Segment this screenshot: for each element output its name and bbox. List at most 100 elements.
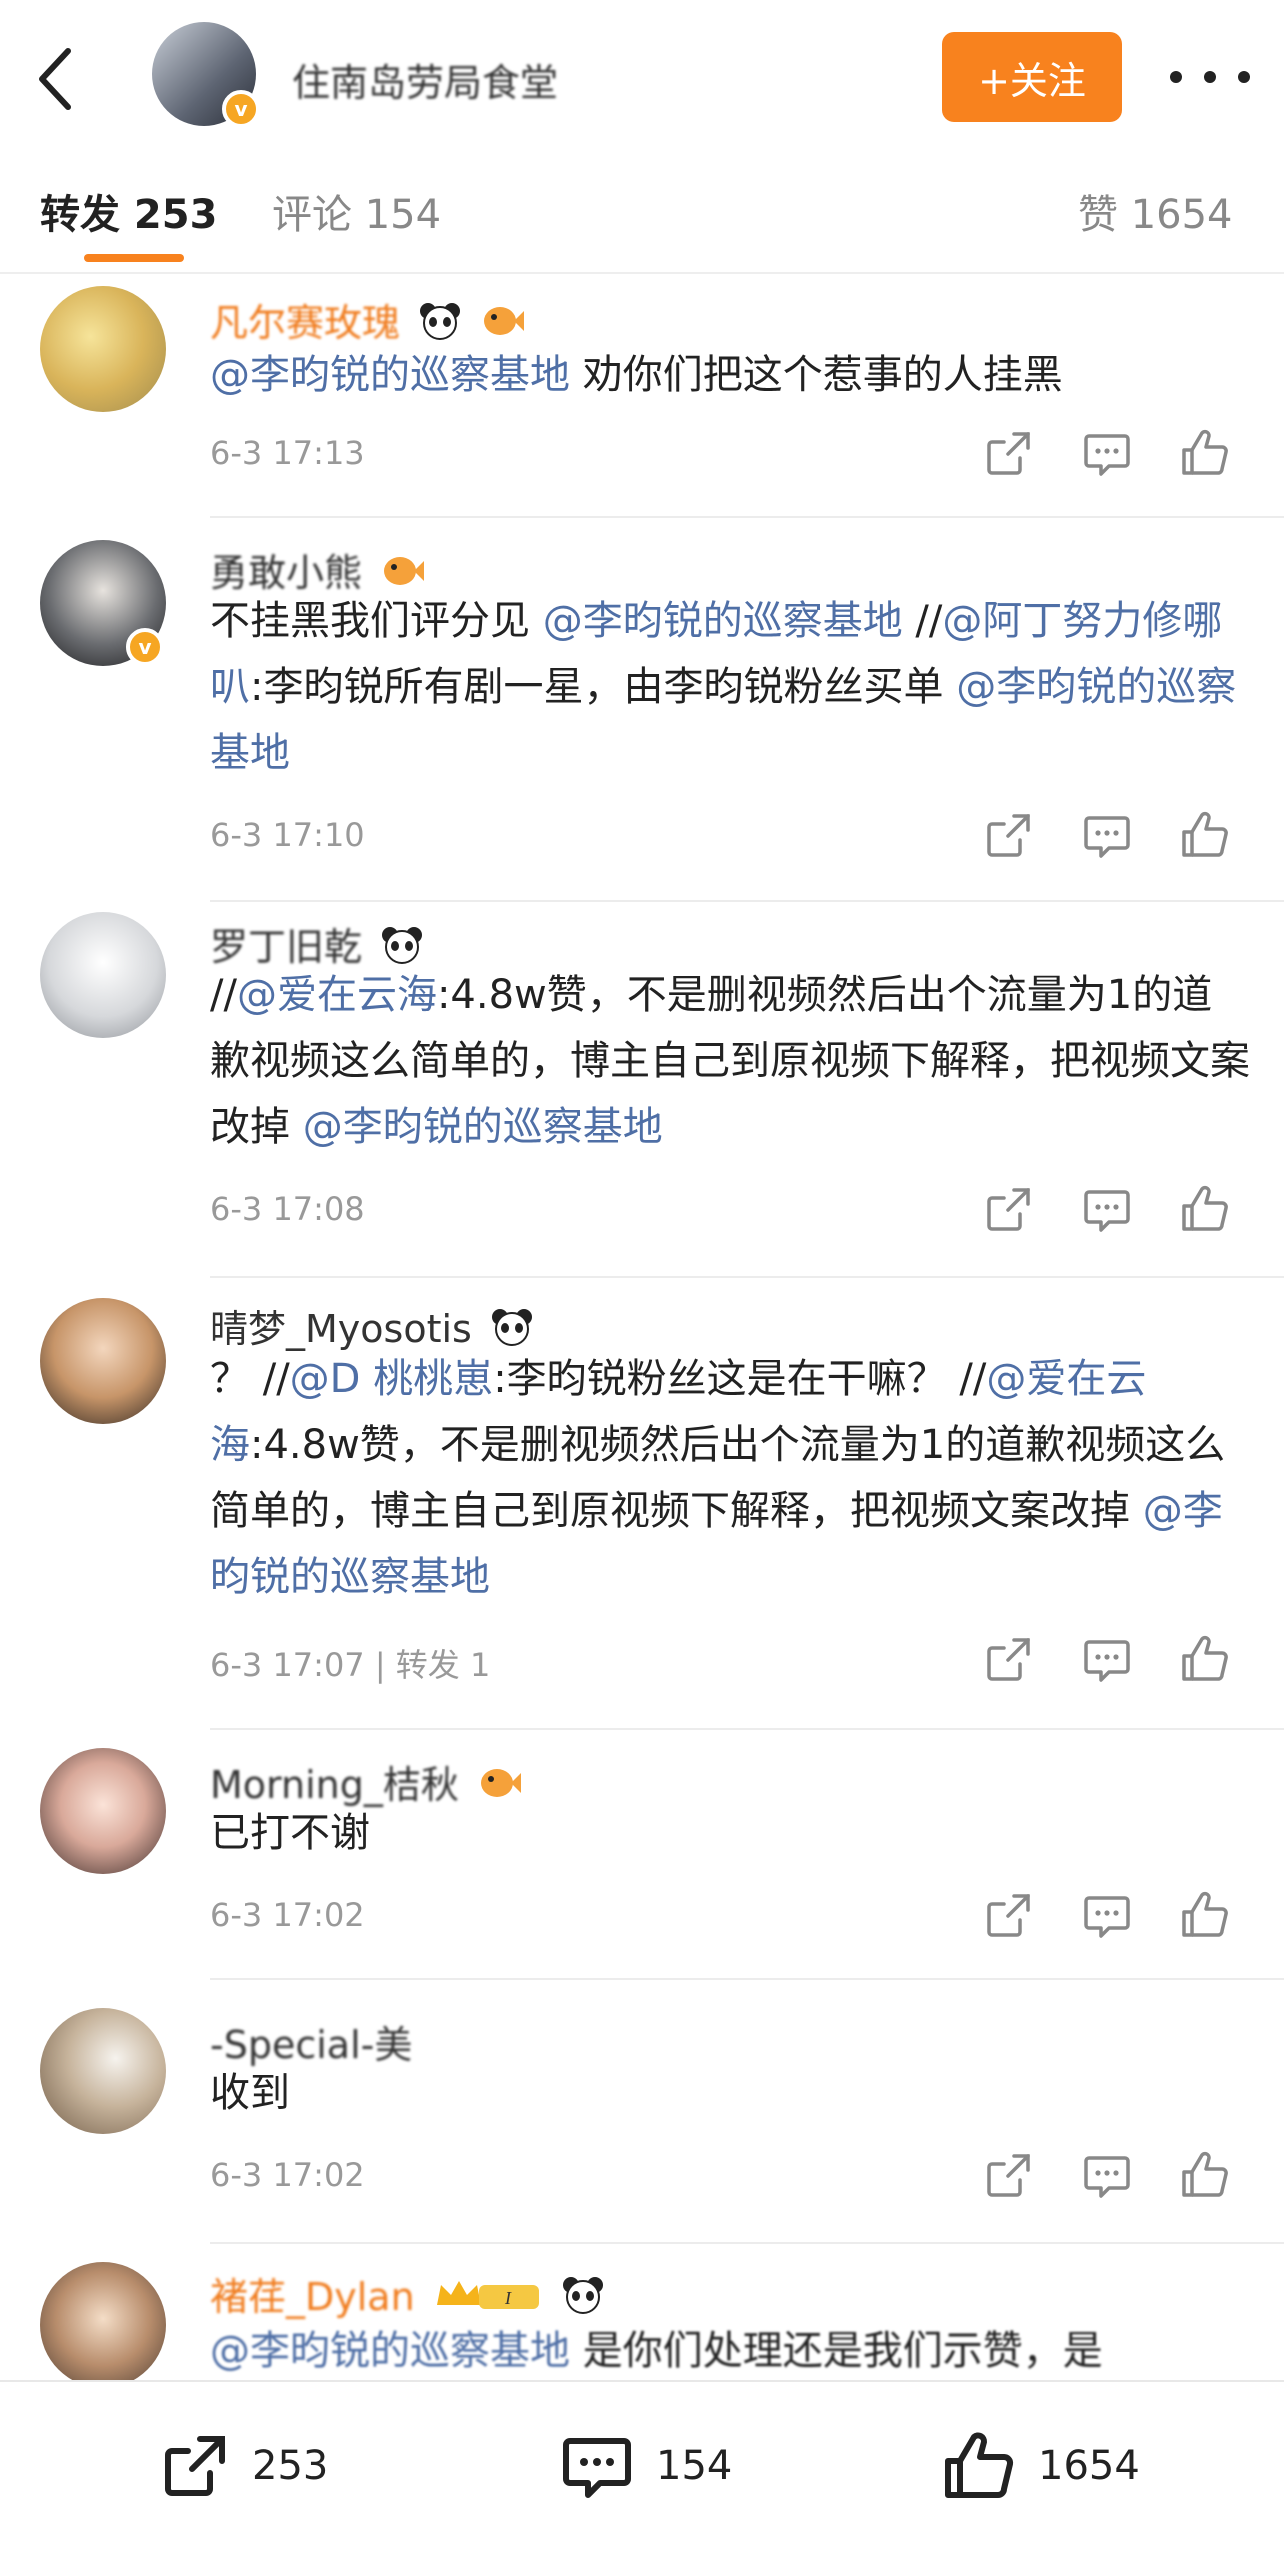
- comment-action-button[interactable]: [1082, 428, 1132, 478]
- timestamp: 6-3 17:07 | 转发 1: [210, 1646, 491, 1684]
- share-icon: [987, 814, 1030, 857]
- timestamp: 6-3 17:02: [210, 2156, 365, 2194]
- share-icon: [987, 1638, 1030, 1681]
- svg-text:I: I: [504, 2288, 512, 2308]
- action-row: [984, 1890, 1244, 1940]
- timestamp: 6-3 17:10: [210, 816, 365, 854]
- repost-action-button[interactable]: [984, 2150, 1034, 2200]
- comment-icon: [1084, 1640, 1130, 1682]
- repost-action-button[interactable]: [984, 1890, 1034, 1940]
- follow-button[interactable]: +关注: [942, 32, 1122, 122]
- repost-text-segment: 不挂黑我们评分见: [210, 598, 543, 644]
- tab-reposts[interactable]: 转发 253: [40, 182, 217, 240]
- repost-text-segment: :4.8w赞，不是删视频然后出个流量为1的道歉视频这么简单的，博主自己到原视频下…: [210, 1422, 1226, 1534]
- repost-text: //@爱在云海:4.8w赞，不是删视频然后出个流量为1的道歉视频这么简单的，博主…: [210, 962, 1250, 1160]
- repost-text: 收到: [210, 2060, 1250, 2126]
- comment-icon: [1084, 1896, 1130, 1938]
- repost-action-button[interactable]: [984, 1634, 1034, 1684]
- thumbs-up-icon: [1182, 1185, 1228, 1231]
- like-action-button[interactable]: [1180, 1184, 1230, 1234]
- bottom-action-bar: 253 154 1654: [0, 2380, 1284, 2556]
- comment-icon: [563, 2438, 631, 2498]
- mention-link[interactable]: @李昀锐的巡察基地: [303, 1104, 663, 1150]
- action-row: [984, 810, 1244, 860]
- user-avatar[interactable]: [40, 286, 166, 412]
- thumbs-up-icon: [1182, 811, 1228, 857]
- like-action-button[interactable]: [1180, 428, 1230, 478]
- repost-action-button[interactable]: [984, 428, 1034, 478]
- mention-link[interactable]: @李昀锐的巡察基地: [210, 2328, 570, 2374]
- like-action-button[interactable]: [1180, 2150, 1230, 2200]
- account-name[interactable]: 住南岛劳局食堂: [292, 52, 712, 102]
- action-row: [984, 2150, 1244, 2200]
- comment-count: 154: [656, 2443, 733, 2489]
- repost-text-segment: 已打不谢: [210, 1810, 370, 1856]
- repost-text: 不挂黑我们评分见 @李昀锐的巡察基地 //@阿丁努力修哪叭:李昀锐所有剧一星，由…: [210, 588, 1250, 786]
- repost-text-segment: 是你们处理还是我们示赞，是: [570, 2328, 1103, 2374]
- mention-link[interactable]: @李昀锐的巡察基地: [543, 598, 903, 644]
- comment-action-button[interactable]: [1082, 1890, 1132, 1940]
- divider: [210, 2242, 1284, 2244]
- mention-link[interactable]: @李昀锐的巡察基地: [210, 352, 570, 398]
- more-options-button[interactable]: [1170, 52, 1250, 102]
- like-action-button[interactable]: [1180, 1890, 1230, 1940]
- repost-text-segment: ？ //: [210, 1356, 290, 1402]
- repost-text-segment: :李昀锐所有剧一星，由李昀锐粉丝买单: [250, 664, 957, 710]
- action-row: [984, 1184, 1244, 1234]
- account-avatar[interactable]: v: [152, 22, 260, 128]
- user-avatar[interactable]: [40, 1298, 166, 1424]
- user-avatar[interactable]: [40, 2008, 166, 2134]
- header-bar: v 住南岛劳局食堂 +关注: [0, 0, 1284, 150]
- tab-comments[interactable]: 评论 154: [272, 182, 441, 240]
- tab-likes[interactable]: 赞 1654: [1078, 182, 1233, 240]
- divider: [210, 1978, 1284, 1980]
- divider: [210, 1276, 1284, 1278]
- vip-crown-badge-icon: I: [433, 2275, 543, 2324]
- share-icon: [987, 2154, 1030, 2197]
- timestamp: 6-3 17:02: [210, 1896, 365, 1934]
- comment-action-button[interactable]: [1082, 2150, 1132, 2200]
- repost-text-segment: //: [210, 972, 237, 1018]
- repost-text: 已打不谢: [210, 1800, 1250, 1866]
- user-avatar[interactable]: [40, 2262, 166, 2380]
- repost-action-button[interactable]: [984, 810, 1034, 860]
- panda-emoji-icon: [561, 2275, 605, 2324]
- repost-text-segment: 劝你们把这个惹事的人挂黑: [570, 352, 1063, 398]
- share-icon: [987, 1894, 1030, 1937]
- divider: [210, 516, 1284, 518]
- comment-action-button[interactable]: [1082, 1184, 1132, 1234]
- share-icon: [987, 432, 1030, 475]
- comment-icon: [1084, 434, 1130, 476]
- divider: [210, 1728, 1284, 1730]
- share-icon: [987, 1188, 1030, 1231]
- verified-badge-icon: v: [222, 90, 260, 128]
- repost-action-button[interactable]: [984, 1184, 1034, 1234]
- mention-link[interactable]: @爱在云海: [237, 972, 437, 1018]
- user-avatar[interactable]: [40, 1748, 166, 1874]
- user-avatar[interactable]: [40, 912, 166, 1038]
- repost-text: @李昀锐的巡察基地 劝你们把这个惹事的人挂黑: [210, 342, 1250, 408]
- mention-link[interactable]: @D 桃桃崽: [290, 1356, 494, 1402]
- comment-action-button[interactable]: [1082, 1634, 1132, 1684]
- username[interactable]: 褚荏_Dylan I: [210, 2266, 605, 2324]
- comment-button[interactable]: 154: [560, 2426, 732, 2506]
- comment-action-button[interactable]: [1082, 810, 1132, 860]
- like-count: 1654: [1038, 2443, 1140, 2489]
- thumbs-up-icon: [1182, 429, 1228, 475]
- thumbs-up-icon: [1182, 1891, 1228, 1937]
- repost-button[interactable]: 253: [160, 2426, 328, 2506]
- repost-list[interactable]: 凡尔赛玫瑰 @李昀锐的巡察基地 劝你们把这个惹事的人挂黑 6-3 17:13 v…: [0, 276, 1284, 2380]
- thumbs-up-icon: [1182, 1635, 1228, 1681]
- share-icon: [165, 2436, 225, 2496]
- back-button[interactable]: [26, 44, 86, 114]
- comment-icon: [1084, 1190, 1130, 1232]
- comment-icon: [1084, 2156, 1130, 2198]
- like-button[interactable]: 1654: [942, 2426, 1140, 2506]
- timestamp: 6-3 17:08: [210, 1190, 365, 1228]
- repost-text: @李昀锐的巡察基地 是你们处理还是我们示赞，是: [210, 2318, 1250, 2380]
- thumbs-up-icon: [945, 2432, 1014, 2498]
- like-action-button[interactable]: [1180, 810, 1230, 860]
- like-action-button[interactable]: [1180, 1634, 1230, 1684]
- timestamp: 6-3 17:13: [210, 434, 365, 472]
- tab-bar: 转发 253 评论 154 赞 1654: [0, 150, 1284, 274]
